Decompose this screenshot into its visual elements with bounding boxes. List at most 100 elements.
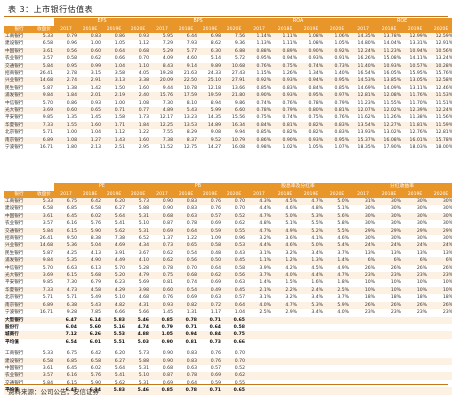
table-cell	[402, 364, 429, 373]
table-cell: 30%	[376, 235, 403, 243]
table-cell: 14.68	[34, 242, 54, 250]
table-cell	[298, 316, 324, 324]
table-cell: 5.62	[102, 227, 126, 236]
table-cell: 13.24%	[428, 55, 452, 63]
table-cell: 0.79%	[324, 99, 351, 108]
table-cell: 0.66	[222, 338, 246, 347]
table-cell: 0.63	[174, 212, 198, 221]
table-cell: 0.73	[150, 242, 174, 250]
table-cell: 0.92%	[246, 77, 273, 85]
table-cell: 0.71	[198, 316, 222, 324]
table-cell: 5.73	[126, 350, 150, 358]
table-cell: 5.70	[102, 264, 126, 273]
table-cell: 0.93	[126, 33, 151, 41]
table-cell: 6.66	[102, 309, 126, 317]
table-cell: 0.65	[174, 242, 198, 250]
table-cell	[376, 331, 403, 339]
table-cell	[298, 364, 324, 373]
table-cell: 18%	[428, 294, 452, 302]
table-cell: 7.38	[150, 136, 175, 145]
table-cell: 6.38	[54, 301, 78, 310]
table-cell: 0.74%	[298, 62, 325, 71]
valuation-table-pe-pb-dividend: PE PB 股息率及分红率 分红收益率 银行 收盘价 2017 2018E 2019E 2…	[4, 183, 452, 395]
table-row: 民生银行 5.87 4.25 4.13 3.91 3.67 0.62 0.54 0.48 0.43…	[4, 249, 452, 258]
table-cell: 23%	[428, 272, 452, 280]
table-cell: 26.41	[34, 235, 54, 243]
table-cell: 1.50	[102, 84, 126, 93]
table-cell: 2.1%	[246, 286, 272, 295]
table-cell: 0.88%	[246, 47, 273, 56]
table-cell: 5.72	[222, 55, 247, 63]
table-cell: 30%	[350, 235, 377, 243]
table-cell	[298, 350, 324, 358]
bank-name-cell: 招商银行	[4, 235, 34, 243]
table-cell	[350, 331, 377, 339]
table-row: 工商银行 5.33 6.75 6.42 6.20 5.73 0.90 0.83 0.76 0.70…	[4, 198, 452, 206]
table-cell: 10%	[350, 279, 377, 287]
table-cell: 1.71	[102, 121, 126, 130]
table-cell: 6.45	[54, 364, 78, 373]
table-cell: 5.90	[78, 227, 102, 236]
column-header: 2018E	[174, 26, 199, 33]
table-cell: 0.95%	[324, 136, 351, 145]
table-cell: 14.04%	[376, 40, 403, 48]
table-cell: 5.71	[34, 129, 54, 137]
bank-name-cell: 农业银行	[4, 220, 34, 228]
table-cell: 4.7%	[246, 212, 272, 221]
table-cell: 5.10	[126, 220, 150, 228]
table-cell: 11.26%	[376, 114, 403, 122]
table-cell: 12.18	[198, 84, 223, 93]
table-cell: 11.70%	[402, 99, 429, 108]
table-cell: 3.1%	[246, 294, 272, 302]
table-cell: 0.91%	[324, 55, 351, 63]
bank-name-cell: 光大银行	[4, 272, 34, 280]
table-cell: 5.84	[34, 62, 54, 71]
table-cell: 0.50	[198, 257, 222, 265]
table-row: 浦发银行 9.84 5.35 4.90 4.49 4.10 0.62 0.56 0.50 0.45…	[4, 257, 452, 265]
table-cell: 0.63	[198, 294, 222, 302]
column-header: 2017	[350, 26, 377, 33]
table-cell: 24%	[350, 242, 377, 250]
table-cell	[324, 331, 351, 339]
table-cell: 5.68	[78, 272, 102, 280]
table-row: 招商银行 26.41 9.50 8.38 7.38 6.52 1.37 1.22 1.09 0.9…	[4, 235, 452, 243]
table-cell: 5.66	[126, 309, 150, 317]
table-cell: 11.59%	[428, 121, 452, 130]
table-cell: 0.62	[78, 55, 102, 63]
bank-name-cell: 平安银行	[4, 279, 34, 287]
table-cell: 15.95%	[402, 70, 429, 78]
table-cell: 1.31	[174, 309, 198, 317]
table-cell: 0.55	[222, 227, 246, 236]
table-cell	[324, 338, 351, 347]
group-header-blank	[4, 183, 54, 191]
column-header: 2017	[350, 191, 377, 198]
table-cell: 0.76	[198, 205, 222, 213]
table-cell: 26%	[428, 264, 452, 273]
bank-name-cell: 建设银行	[4, 40, 34, 48]
table-cell: 6.42	[78, 198, 102, 206]
table-cell	[402, 357, 429, 365]
table-cell: 23%	[350, 309, 377, 317]
table-cell	[350, 323, 377, 332]
table-cell: 1.04	[78, 129, 102, 137]
bank-name-cell: 工商银行	[4, 33, 34, 41]
table-cell: 30%	[376, 198, 403, 206]
table-cell: 3.13	[102, 77, 126, 85]
table-body: 工商银行 5.33 6.75 6.42 6.20 5.73 0.90 0.83 0.76 0.70…	[4, 198, 452, 395]
table-cell: 14.11%	[402, 55, 429, 63]
table-cell	[272, 357, 298, 365]
table-cell	[246, 357, 272, 365]
table-cell: 8.37	[174, 136, 199, 145]
table-cell	[350, 364, 377, 373]
table-cell	[324, 323, 351, 332]
table-cell: 5.53	[102, 331, 126, 339]
table-cell: 0.82%	[298, 121, 325, 130]
table-sub-header: 银行 收盘价 2017 2018E 2019E 2020E 2017 2018E 2019E 20…	[4, 191, 452, 198]
table-cell: 12.02%	[376, 107, 403, 115]
table-cell: 5.31	[126, 212, 150, 221]
table-cell: 2.2%	[272, 286, 298, 295]
table-cell: 26.41	[34, 70, 54, 78]
table-cell: 9.85	[34, 114, 54, 122]
table-cell: 3.98	[126, 286, 150, 295]
table-cell: 24%	[402, 242, 429, 250]
